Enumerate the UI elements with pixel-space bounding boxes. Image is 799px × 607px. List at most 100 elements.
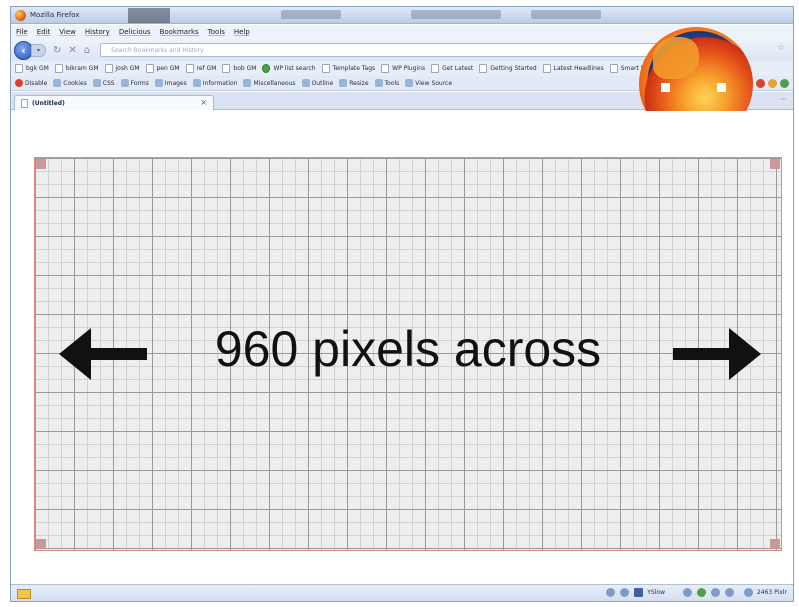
menu-edit[interactable]: Edit: [37, 28, 51, 36]
menu-view[interactable]: View: [59, 28, 76, 36]
cookie-icon: [53, 79, 62, 87]
menu-help[interactable]: Help: [234, 28, 250, 36]
bookmark-item[interactable]: bikram GM: [54, 64, 99, 73]
tools-icon: [374, 79, 383, 87]
page-icon: [15, 64, 23, 73]
right-arrow-icon: [673, 328, 761, 380]
stop-icon[interactable]: ✕: [68, 45, 76, 56]
wordpress-icon: [262, 64, 271, 73]
dev-menu-forms[interactable]: Forms: [120, 79, 149, 87]
dev-menu-disable[interactable]: Disable: [15, 79, 47, 87]
dev-menu-information[interactable]: Information: [192, 79, 237, 87]
pixlr-label[interactable]: 2463 Pixlr: [757, 589, 787, 596]
tab-title: (Untitled): [32, 99, 65, 107]
page-icon: [321, 64, 330, 73]
dev-menu-css[interactable]: CSS: [92, 79, 115, 87]
bookmark-item[interactable]: ref GM: [185, 64, 216, 73]
source-icon: [405, 79, 414, 87]
addon-icon[interactable]: [682, 588, 692, 597]
dev-menu-tools[interactable]: Tools: [374, 79, 399, 87]
overlay-square: [717, 83, 726, 92]
dev-toolbar-status: [753, 79, 789, 88]
chevron-down-icon: ▾: [36, 46, 40, 54]
url-bar[interactable]: Search Bookmarks and History: [100, 43, 661, 57]
grid-corner-marker: [770, 539, 780, 549]
addon-icon[interactable]: [724, 588, 734, 597]
menu-delicious[interactable]: Delicious: [119, 28, 151, 36]
grid-corner-marker: [770, 159, 780, 169]
outline-icon: [301, 79, 310, 87]
page-icon: [542, 64, 551, 73]
dev-menu-images[interactable]: Images: [154, 79, 187, 87]
bookmark-item[interactable]: Template Tags: [321, 64, 375, 73]
bookmark-item[interactable]: Getting Started: [479, 64, 537, 73]
title-bar: Mozilla Firefox: [11, 7, 793, 24]
status-bar: YSlow 2463 Pixlr: [11, 584, 793, 601]
yslow-icon[interactable]: [634, 588, 644, 597]
addon-icon[interactable]: [710, 588, 720, 597]
page-headline: 960 pixels across: [214, 321, 602, 377]
menu-tools[interactable]: Tools: [208, 28, 225, 36]
bookmark-item[interactable]: WP Plugins: [381, 64, 425, 73]
misc-icon: [243, 79, 252, 87]
bookmark-item[interactable]: pen GM: [145, 64, 180, 73]
addon-icon[interactable]: [696, 588, 706, 597]
addon-icon[interactable]: [606, 588, 616, 597]
menu-file[interactable]: File: [16, 28, 28, 36]
window-title: Mozilla Firefox: [30, 11, 80, 19]
dev-menu-cookies[interactable]: Cookies: [53, 79, 87, 87]
menu-bookmarks[interactable]: Bookmarks: [160, 28, 199, 36]
back-arrow-icon: ‹: [21, 43, 26, 57]
page-icon: [381, 64, 390, 73]
tab-list-icon[interactable]: ⋯: [780, 95, 787, 103]
page-content: 960 pixels across: [12, 111, 792, 581]
bookmark-item[interactable]: bob GM: [222, 64, 256, 73]
home-icon[interactable]: ⌂: [84, 45, 90, 56]
tab-untitled[interactable]: (Untitled) ×: [14, 95, 214, 110]
page-icon: [431, 64, 440, 73]
960-grid: 960 pixels across: [34, 157, 782, 551]
firefox-app-icon: [15, 9, 26, 21]
browser-window: Mozilla Firefox File Edit View History D…: [10, 6, 794, 602]
page-icon: [185, 64, 194, 73]
status-folder-icon[interactable]: [17, 588, 31, 599]
valid-icon[interactable]: [780, 79, 789, 88]
url-bar-placeholder: Search Bookmarks and History: [111, 46, 204, 54]
dev-menu-view-source[interactable]: View Source: [405, 79, 452, 87]
resize-icon: [339, 79, 348, 87]
dev-menu-miscellaneous[interactable]: Miscellaneous: [243, 79, 296, 87]
page-icon: [609, 64, 618, 73]
menu-history[interactable]: History: [85, 28, 110, 36]
status-bar-addons: YSlow 2463 Pixlr: [601, 588, 787, 597]
css-icon: [92, 79, 101, 87]
info-icon: [192, 79, 201, 87]
grid-corner-marker: [36, 539, 46, 549]
page-icon: [21, 98, 28, 108]
bookmark-item[interactable]: Latest Headlines: [542, 64, 604, 73]
bookmark-item[interactable]: bgk GM: [15, 64, 49, 73]
close-icon[interactable]: ×: [200, 98, 207, 107]
addon-icon[interactable]: [620, 588, 630, 597]
history-dropdown-button[interactable]: ▾: [31, 43, 46, 57]
bookmark-item[interactable]: josh GM: [104, 64, 140, 73]
image-icon: [154, 79, 163, 87]
title-bar-obscured-area: [128, 8, 170, 23]
page-icon: [54, 64, 63, 73]
dev-menu-outline[interactable]: Outline: [301, 79, 333, 87]
pixlr-icon[interactable]: [743, 588, 753, 597]
title-bar-blur: [531, 10, 601, 19]
warning-icon[interactable]: [768, 79, 777, 88]
dev-menu-resize[interactable]: Resize: [339, 79, 369, 87]
yslow-label[interactable]: YSlow: [647, 589, 665, 596]
bookmark-star-icon[interactable]: ☆: [777, 43, 785, 53]
page-icon: [222, 64, 231, 73]
page-icon: [104, 64, 113, 73]
reload-icon[interactable]: ↻: [53, 45, 61, 56]
bookmark-item[interactable]: WP list search: [262, 64, 316, 73]
firefox-logo-fox: [653, 37, 699, 79]
disable-icon: [15, 79, 23, 87]
title-bar-blur: [411, 10, 501, 19]
bookmark-item[interactable]: Get Latest: [431, 64, 473, 73]
error-icon[interactable]: [756, 79, 765, 88]
grid-corner-marker: [36, 159, 46, 169]
